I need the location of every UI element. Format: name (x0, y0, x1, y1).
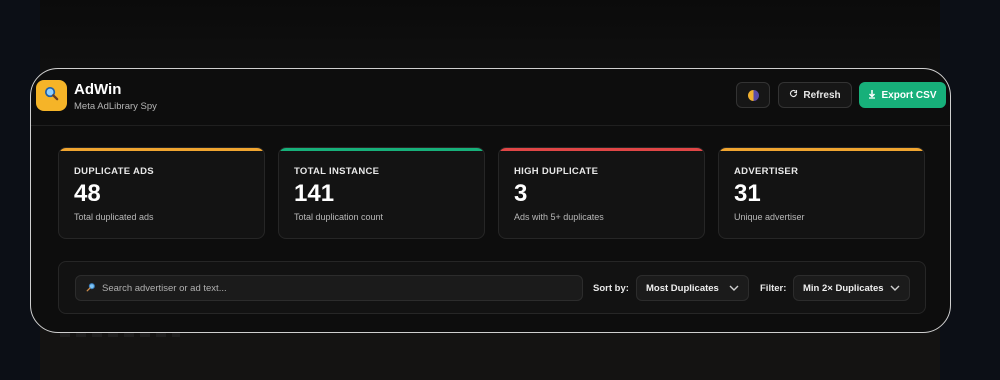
stat-accent-bar (279, 148, 484, 151)
stat-card-total-instance: TOTAL INSTANCE 141 Total duplication cou… (278, 147, 485, 239)
stat-card-high-duplicate: HIGH DUPLICATE 3 Ads with 5+ duplicates (498, 147, 705, 239)
sort-selected-value: Most Duplicates (646, 282, 719, 294)
theme-toggle-button[interactable] (736, 82, 770, 108)
stat-accent-bar (719, 148, 924, 151)
sort-select[interactable]: Most Duplicates (636, 275, 749, 301)
refresh-label: Refresh (803, 89, 841, 101)
stat-description: Total duplication count (294, 212, 384, 222)
filter-label: Filter: (760, 283, 787, 294)
stat-card-duplicate-ads: DUPLICATE ADS 48 Total duplicated ads (58, 147, 265, 239)
stat-label: DUPLICATE ADS (74, 166, 154, 177)
app-panel: AdWin Meta AdLibrary Spy Refresh Export … (30, 68, 951, 333)
export-csv-button[interactable]: Export CSV (859, 82, 946, 108)
stat-label: TOTAL INSTANCE (294, 166, 380, 177)
app-logo (36, 80, 67, 111)
search-input[interactable] (102, 282, 572, 294)
search-box[interactable] (75, 275, 583, 301)
download-icon (868, 89, 876, 102)
stat-label: ADVERTISER (734, 166, 799, 177)
stat-value: 141 (294, 180, 335, 207)
stat-description: Total duplicated ads (74, 212, 154, 222)
magnifier-icon (86, 279, 96, 297)
stat-value: 31 (734, 180, 761, 207)
filter-select[interactable]: Min 2× Duplicates (793, 275, 910, 301)
chevron-down-icon (729, 283, 739, 294)
stat-accent-bar (59, 148, 264, 151)
app-title: AdWin (74, 81, 122, 98)
stat-value: 48 (74, 180, 101, 207)
refresh-button[interactable]: Refresh (778, 82, 852, 108)
stat-accent-bar (499, 148, 704, 151)
stat-description: Ads with 5+ duplicates (514, 212, 604, 222)
filter-bar: Sort by: Most Duplicates Filter: Min 2× … (58, 261, 926, 314)
search-icon (43, 85, 60, 107)
stat-description: Unique advertiser (734, 212, 805, 222)
theme-toggle-icon (747, 89, 759, 101)
refresh-icon (789, 89, 798, 101)
stat-value: 3 (514, 180, 528, 207)
chevron-down-icon (890, 283, 900, 294)
export-label: Export CSV (881, 89, 937, 101)
content-peek (60, 333, 180, 337)
app-subtitle: Meta AdLibrary Spy (74, 101, 157, 112)
stat-label: HIGH DUPLICATE (514, 166, 599, 177)
sort-label: Sort by: (593, 283, 629, 294)
stat-card-advertiser: ADVERTISER 31 Unique advertiser (718, 147, 925, 239)
filter-selected-value: Min 2× Duplicates (803, 282, 884, 294)
app-header: AdWin Meta AdLibrary Spy Refresh Export … (31, 69, 950, 126)
